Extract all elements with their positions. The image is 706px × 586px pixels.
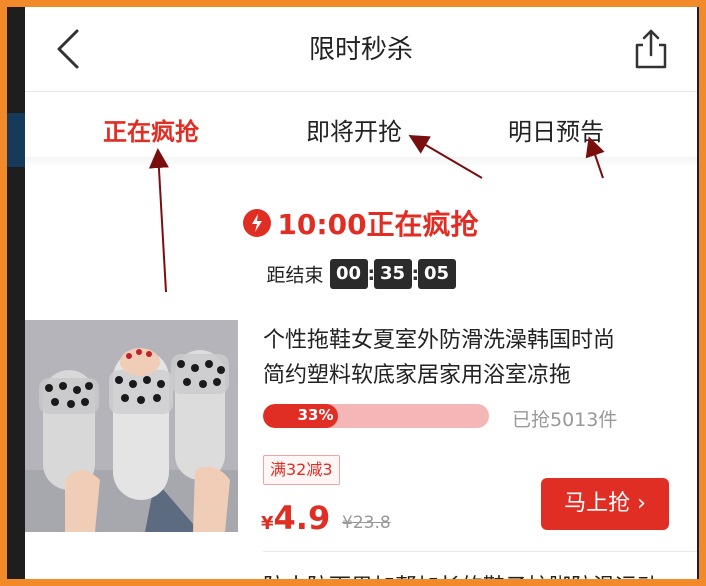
session-status-text: 10:00正在疯抢 xyxy=(277,208,479,241)
currency-symbol: ¥ xyxy=(261,513,274,534)
countdown-hours: 00 xyxy=(329,259,368,289)
background-window-strip xyxy=(7,7,25,579)
flash-sale-page: 限时秒杀 正在疯抢 即将开抢 明日预告 10:00正在疯抢 距结束 00:35 … xyxy=(25,7,697,579)
screenshot-frame: 限时秒杀 正在疯抢 即将开抢 明日预告 10:00正在疯抢 距结束 00:35 … xyxy=(5,5,701,581)
coupon-badge: 满32减3 xyxy=(263,455,340,485)
product-title-line1: 个性拖鞋女夏室外防滑洗澡韩国时尚 xyxy=(263,328,616,353)
countdown-label: 距结束 xyxy=(266,264,324,287)
nav-bar: 限时秒杀 xyxy=(25,7,697,92)
countdown-seconds: 05 xyxy=(417,259,456,289)
tab-shadow xyxy=(25,157,697,167)
slipper-photo xyxy=(25,320,238,532)
countdown-minutes: 35 xyxy=(373,259,412,289)
price-value: 4.9 xyxy=(273,499,331,537)
sold-count: 已抢5013件 xyxy=(512,409,618,431)
list-divider xyxy=(263,551,697,552)
tab-coming-soon[interactable]: 即将开抢 xyxy=(306,112,402,147)
sale-price: ¥4.9 xyxy=(261,499,330,537)
product-title-line2: 简约塑料软底家居家用浴室凉拖 xyxy=(263,363,572,388)
tab-tomorrow-preview[interactable]: 明日预告 xyxy=(508,112,604,147)
progress-percent: 33% xyxy=(297,406,334,424)
sold-progress-bar: 33% xyxy=(263,404,489,428)
next-product-title[interactable]: 防水防雨男加帮加长的鞋子护脚防滑运动 xyxy=(263,569,659,579)
product-image[interactable] xyxy=(25,320,238,532)
original-price: ¥23.8 xyxy=(342,513,391,533)
lightning-icon xyxy=(243,209,272,237)
share-icon xyxy=(635,29,667,69)
share-button[interactable] xyxy=(629,25,673,73)
tab-now-selling[interactable]: 正在疯抢 xyxy=(103,112,199,147)
session-status: 10:00正在疯抢 xyxy=(25,203,697,243)
buy-now-button[interactable]: 马上抢 › xyxy=(541,478,669,530)
product-title[interactable]: 个性拖鞋女夏室外防滑洗澡韩国时尚 简约塑料软底家居家用浴室凉拖 xyxy=(263,323,683,393)
tab-bar: 正在疯抢 即将开抢 明日预告 xyxy=(25,92,697,164)
page-title: 限时秒杀 xyxy=(308,35,413,65)
countdown: 距结束 00:35:05 xyxy=(25,259,697,289)
